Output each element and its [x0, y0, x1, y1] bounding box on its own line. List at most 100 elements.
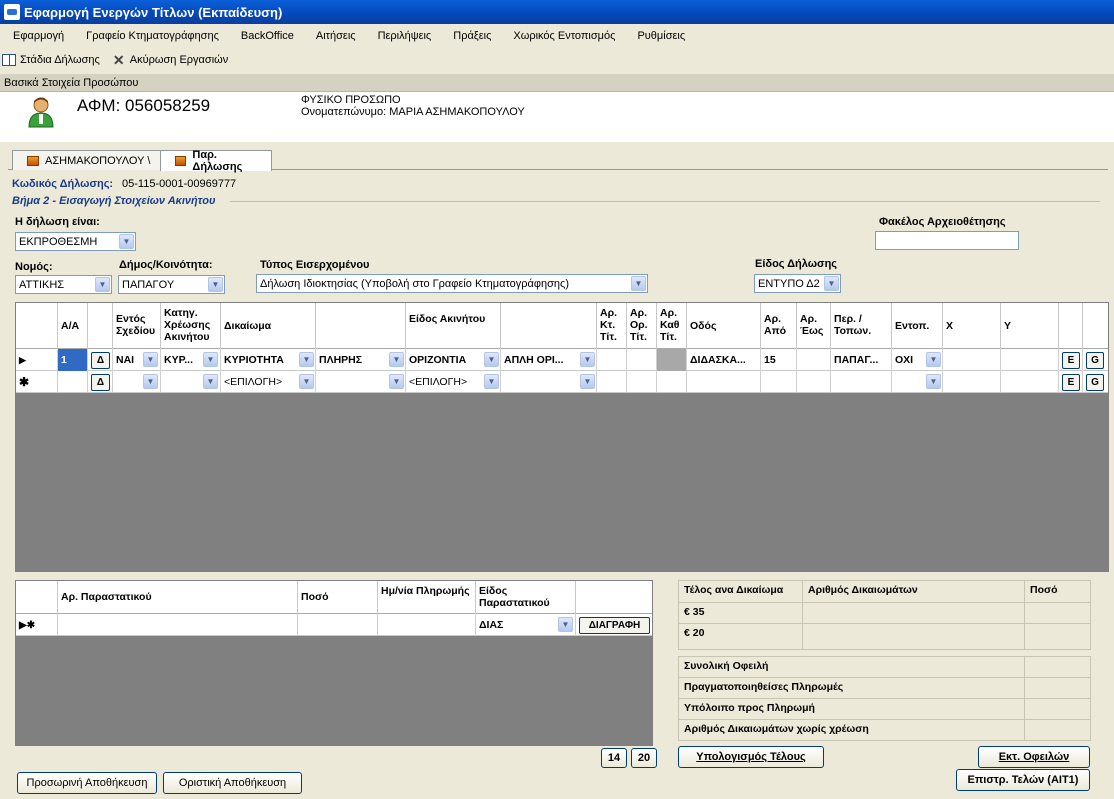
- extract-dues-button[interactable]: Εκτ. Οφειλών: [978, 746, 1090, 768]
- cell-perioxi[interactable]: ΠΑΠΑΓ...: [831, 349, 892, 371]
- col-aa: Α/Α: [58, 303, 88, 349]
- income-type-select[interactable]: Δήλωση Ιδιοκτησίας (Υποβολή στο Γραφείο …: [256, 274, 648, 293]
- timing-select[interactable]: ΕΚΠΡΟΘΕΣΜΗ ▼: [15, 232, 136, 251]
- stages-label: Στάδια Δήλωσης: [20, 54, 100, 66]
- step-title: Βήμα 2 - Εισαγωγή Στοιχείων Ακινήτου: [12, 195, 216, 207]
- cell-dikaioma[interactable]: <ΕΠΙΛΟΓΗ> ▼: [221, 371, 316, 393]
- cell-entos[interactable]: ▼: [113, 371, 161, 393]
- cell-doc-number[interactable]: [58, 614, 298, 636]
- cell-dikaioma-2[interactable]: ▼: [316, 371, 406, 393]
- chevron-down-icon[interactable]: ▼: [484, 374, 499, 389]
- cell-eos[interactable]: [797, 371, 831, 393]
- cell-eidos-2[interactable]: ▼: [501, 371, 597, 393]
- municipality-select[interactable]: ΠΑΠΑΓΟΥ ▼: [118, 275, 225, 294]
- cell-perioxi[interactable]: [831, 371, 892, 393]
- chevron-down-icon[interactable]: ▼: [926, 352, 941, 367]
- d-button[interactable]: Δ: [91, 374, 110, 391]
- cell-ar-or[interactable]: [627, 371, 657, 393]
- menu-item-spatial[interactable]: Χωρικός Εντοπισμός: [500, 30, 624, 42]
- menu-item-acts[interactable]: Πράξεις: [440, 30, 500, 42]
- menu-item-requests[interactable]: Αιτήσεις: [303, 30, 365, 42]
- prefecture-select[interactable]: ΑΤΤΙΚΗΣ ▼: [15, 275, 112, 294]
- col-eidos: Είδος Ακινήτου: [406, 303, 501, 349]
- chevron-down-icon[interactable]: ▼: [143, 374, 158, 389]
- chevron-down-icon[interactable]: ▼: [558, 617, 573, 632]
- menu-item-application[interactable]: Εφαρμογή: [0, 30, 73, 42]
- chevron-down-icon[interactable]: ▼: [580, 352, 595, 367]
- cell-entos[interactable]: ΝΑΙ ▼: [113, 349, 161, 371]
- cell-y[interactable]: [1001, 371, 1059, 393]
- menu-item-backoffice[interactable]: BackOffice: [228, 30, 303, 42]
- cell-eos[interactable]: [797, 349, 831, 371]
- stages-button[interactable]: Στάδια Δήλωσης: [0, 54, 100, 66]
- col-entos: Εντός Σχεδίου: [113, 303, 161, 349]
- cell-g: G: [1083, 349, 1108, 371]
- eidos-value: ΟΡΙΖΟΝΤΙΑ: [409, 354, 467, 366]
- col-kateg: Κατηγ. Χρέωσης Ακινήτου: [161, 303, 221, 349]
- table-row[interactable]: ▶ 1 Δ ΝΑΙ ▼ ΚΥΡ... ▼ ΚΥΡΙΟΤΗΤΑ ▼ ΠΛΗΡΗΣ ▼ ΟΡ…: [16, 349, 1108, 371]
- table-row-new[interactable]: ▶✱ ΔΙΑΣ ▼ ΔΙΑΓΡΑΦΗ: [16, 614, 652, 636]
- chevron-down-icon[interactable]: ▼: [203, 352, 218, 367]
- cell-eidos-2[interactable]: ΑΠΛΗ ΟΡΙ... ▼: [501, 349, 597, 371]
- cell-doc-type[interactable]: ΔΙΑΣ ▼: [476, 614, 576, 636]
- chevron-down-icon[interactable]: ▼: [203, 374, 218, 389]
- col-amount: Ποσό: [298, 581, 378, 614]
- folder-input[interactable]: [875, 231, 1019, 250]
- d-button[interactable]: Δ: [91, 352, 110, 369]
- free-rights-value: [1025, 720, 1092, 740]
- row-header-col: [16, 581, 58, 614]
- e-button[interactable]: E: [1062, 352, 1080, 369]
- cell-ar-kt[interactable]: [597, 349, 627, 371]
- chevron-down-icon[interactable]: ▼: [580, 374, 595, 389]
- button-20[interactable]: 20: [631, 748, 657, 768]
- cell-odos[interactable]: [687, 371, 761, 393]
- cell-aa[interactable]: [58, 371, 88, 393]
- g-button[interactable]: G: [1086, 374, 1104, 391]
- button-14[interactable]: 14: [601, 748, 627, 768]
- final-save-button[interactable]: Οριστική Αποθήκευση: [163, 772, 302, 794]
- cell-ar-or[interactable]: [627, 349, 657, 371]
- cell-amount[interactable]: [298, 614, 378, 636]
- cell-aa[interactable]: 1: [58, 349, 88, 371]
- decl-type-select[interactable]: ΕΝΤΥΠΟ Δ2 ▼: [754, 274, 841, 293]
- chevron-down-icon[interactable]: ▼: [389, 374, 404, 389]
- table-row-new[interactable]: ✱ Δ ▼ ▼ <ΕΠΙΛΟΓΗ> ▼ ▼ <ΕΠΙΛΟΓΗ> ▼ ▼ ▼ E G: [16, 371, 1108, 393]
- calculate-fee-button[interactable]: Υπολογισμός Τέλους: [678, 746, 824, 768]
- refund-fees-button[interactable]: Επιστρ. Τελών (ΑΙΤ1): [956, 769, 1090, 791]
- cell-odos[interactable]: ΔΙΔΑΣΚΑ...: [687, 349, 761, 371]
- delete-button[interactable]: ΔΙΑΓΡΑΦΗ: [579, 617, 650, 634]
- chevron-down-icon[interactable]: ▼: [926, 374, 941, 389]
- cell-pay-date[interactable]: [378, 614, 476, 636]
- e-button[interactable]: E: [1062, 374, 1080, 391]
- cell-x[interactable]: [943, 349, 1001, 371]
- chevron-down-icon[interactable]: ▼: [143, 352, 158, 367]
- menu-item-summaries[interactable]: Περιλήψεις: [365, 30, 441, 42]
- chevron-down-icon[interactable]: ▼: [389, 352, 404, 367]
- chevron-down-icon[interactable]: ▼: [299, 352, 314, 367]
- cell-dikaioma-2[interactable]: ΠΛΗΡΗΣ ▼: [316, 349, 406, 371]
- cell-ar-kath[interactable]: [657, 371, 687, 393]
- cell-y[interactable]: [1001, 349, 1059, 371]
- cell-kateg[interactable]: ΚΥΡ... ▼: [161, 349, 221, 371]
- col-eos: Αρ. Έως: [797, 303, 831, 349]
- menu-item-settings[interactable]: Ρυθμίσεις: [624, 30, 694, 42]
- cell-ar-kt[interactable]: [597, 371, 627, 393]
- cell-apo[interactable]: 15: [761, 349, 797, 371]
- cell-eidos[interactable]: ΟΡΙΖΟΝΤΙΑ ▼: [406, 349, 501, 371]
- user-icon: [28, 97, 54, 128]
- chevron-down-icon[interactable]: ▼: [299, 374, 314, 389]
- cell-dikaioma[interactable]: ΚΥΡΙΟΤΗΤΑ ▼: [221, 349, 316, 371]
- tab-declaration[interactable]: Παρ. Δήλωσης: [160, 149, 272, 173]
- cell-x[interactable]: [943, 371, 1001, 393]
- cell-eidos[interactable]: <ΕΠΙΛΟΓΗ> ▼: [406, 371, 501, 393]
- cell-entop[interactable]: ΟΧΙ ▼: [892, 349, 943, 371]
- tab-person[interactable]: ΑΣΗΜΑΚΟΠΟΥΛΟΥ \: [12, 150, 162, 170]
- cell-apo[interactable]: [761, 371, 797, 393]
- cancel-jobs-button[interactable]: ✕ Ακύρωση Εργασιών: [110, 53, 228, 67]
- g-button[interactable]: G: [1086, 352, 1104, 369]
- cell-entop[interactable]: ▼: [892, 371, 943, 393]
- cell-kateg[interactable]: ▼: [161, 371, 221, 393]
- chevron-down-icon[interactable]: ▼: [484, 352, 499, 367]
- temporary-save-button[interactable]: Προσωρινή Αποθήκευση: [17, 772, 157, 794]
- menu-item-cadastral-office[interactable]: Γραφείο Κτηματογράφησης: [73, 30, 228, 42]
